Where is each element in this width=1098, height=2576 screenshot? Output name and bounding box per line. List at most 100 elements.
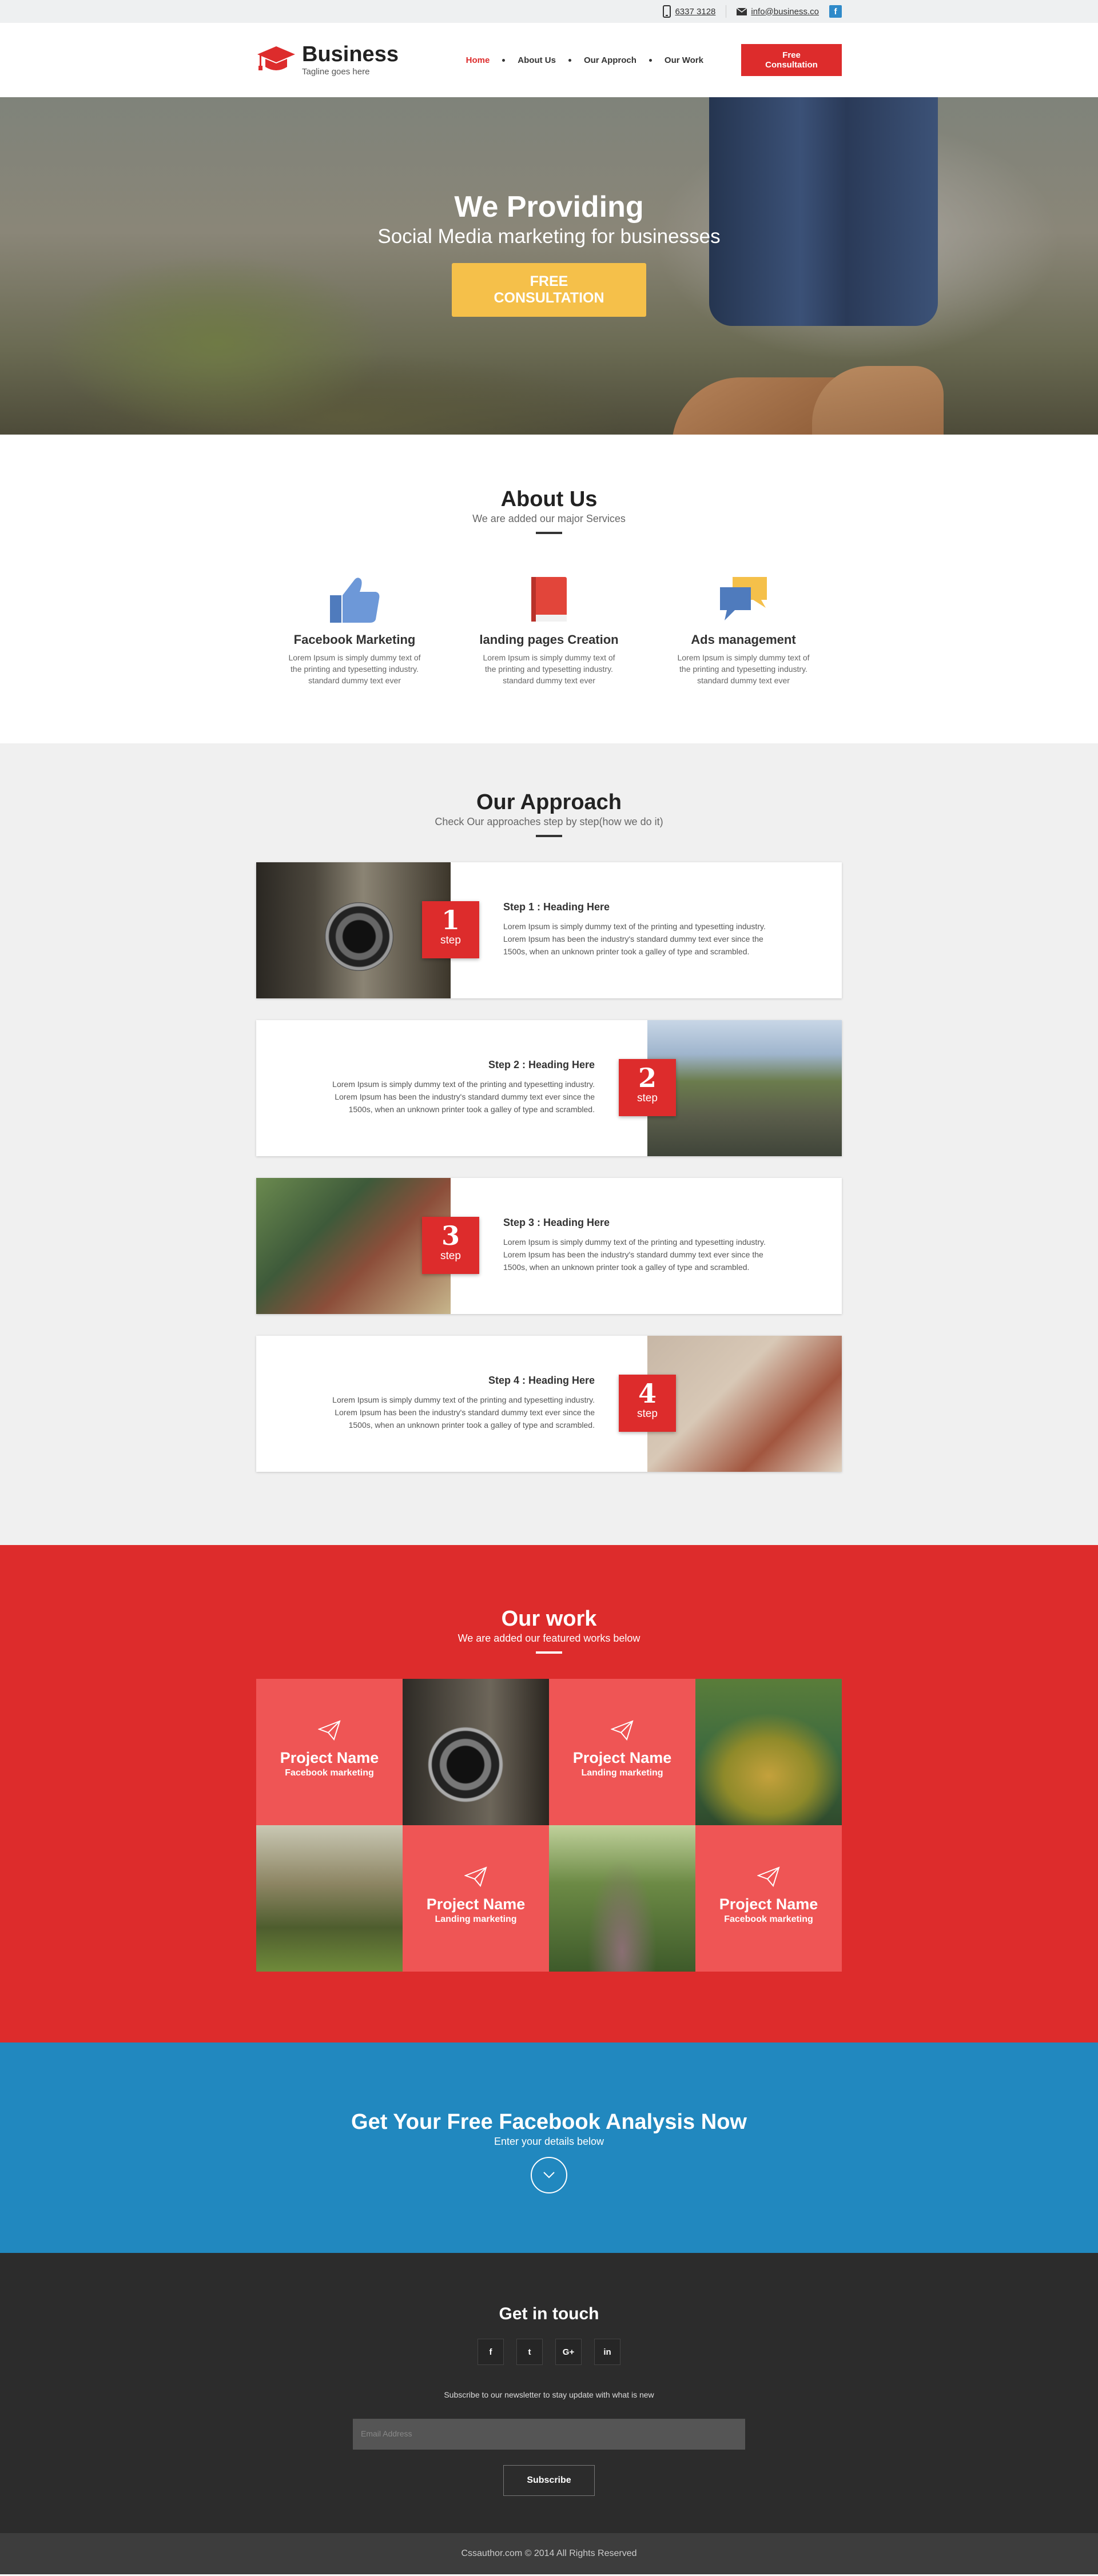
copyright-bar: Cssauthor.com © 2014 All Rights Reserved xyxy=(0,2533,1098,2574)
brand-tagline: Tagline goes here xyxy=(302,67,370,77)
twitter-icon[interactable]: t xyxy=(516,2339,543,2365)
free-consultation-button[interactable]: Free Consultation xyxy=(741,44,842,76)
service-text: Lorem Ipsum is simply dummy text of the … xyxy=(483,653,615,685)
project-name: Project Name xyxy=(719,1896,818,1913)
graduation-cap-icon xyxy=(257,46,295,70)
logo[interactable]: Business Tagline goes here xyxy=(256,43,399,77)
portfolio-grid: Project Name Facebook marketing Project … xyxy=(256,1679,842,1972)
phone-contact[interactable]: 6337 3128 xyxy=(663,5,715,18)
step-label: step xyxy=(440,1250,461,1262)
nav-work[interactable]: Our Work xyxy=(665,55,703,65)
email-input[interactable]: Email Address xyxy=(353,2419,745,2450)
project-category: Facebook marketing xyxy=(285,1768,374,1778)
hero-consultation-button[interactable]: FREE CONSULTATION xyxy=(452,262,646,317)
step-text: Lorem Ipsum is simply dummy text of the … xyxy=(332,1395,595,1430)
step-label: step xyxy=(440,934,461,946)
portfolio-image-camera[interactable] xyxy=(403,1679,549,1825)
service-card: Facebook Marketing Lorem Ipsum is simply… xyxy=(283,571,426,686)
step-label: step xyxy=(637,1092,658,1104)
step-badge: 1 step xyxy=(422,901,479,958)
facebook-icon[interactable]: f xyxy=(829,5,842,18)
step-image-cafe xyxy=(256,1178,451,1314)
title-underline xyxy=(536,1651,562,1654)
section-title: Our Approach xyxy=(476,790,622,814)
portfolio-image-path[interactable] xyxy=(549,1825,695,1972)
step-image-desk xyxy=(647,1336,842,1472)
cta-section: Get Your Free Facebook Analysis Now Ente… xyxy=(0,2043,1098,2253)
step-card: 4 step Step 4 : Heading Here Lorem Ipsum… xyxy=(256,1336,842,1472)
paper-plane-icon xyxy=(610,1720,634,1741)
step-number: 2 xyxy=(638,1062,657,1093)
step-heading: Step 3 : Heading Here xyxy=(503,1217,610,1228)
service-title: landing pages Creation xyxy=(479,632,619,647)
email-contact[interactable]: info@business.co xyxy=(737,7,819,17)
portfolio-image-moss[interactable] xyxy=(695,1679,842,1825)
nav-approach[interactable]: Our Approch xyxy=(584,55,636,65)
chevron-down-icon xyxy=(543,2172,555,2179)
copyright-text: Cssauthor.com © 2014 All Rights Reserved xyxy=(461,2549,637,2558)
step-number: 1 xyxy=(441,905,460,935)
step-card: 1 step Step 1 : Heading Here Lorem Ipsum… xyxy=(256,862,842,998)
step-card: 3 step Step 3 : Heading Here Lorem Ipsum… xyxy=(256,1178,842,1314)
project-name: Project Name xyxy=(280,1749,379,1766)
project-tile[interactable]: Project Name Landing marketing xyxy=(403,1825,549,1972)
subscribe-button[interactable]: Subscribe xyxy=(503,2465,595,2496)
phone-number[interactable]: 6337 3128 xyxy=(675,7,715,17)
thumbs-up-icon xyxy=(330,578,380,623)
social-links: f t G+ in xyxy=(0,2339,1098,2365)
newsletter-text: Subscribe to our newsletter to stay upda… xyxy=(444,2390,654,2399)
chat-bubbles-icon xyxy=(720,577,767,620)
scroll-down-button[interactable] xyxy=(531,2157,567,2193)
hero-image-boot xyxy=(812,366,944,435)
paper-plane-icon xyxy=(464,1866,487,1888)
service-text: Lorem Ipsum is simply dummy text of the … xyxy=(288,653,421,685)
nav-dot xyxy=(568,58,571,62)
section-subtitle: We are added our featured works below xyxy=(458,1633,640,1644)
footer-title: Get in touch xyxy=(499,2304,599,2323)
google-plus-icon[interactable]: G+ xyxy=(555,2339,582,2365)
linkedin-icon[interactable]: in xyxy=(594,2339,620,2365)
project-name: Project Name xyxy=(426,1896,526,1913)
site-header: Business Tagline goes here Home About Us… xyxy=(0,23,1098,97)
project-tile[interactable]: Project Name Facebook marketing xyxy=(256,1679,403,1825)
project-tile[interactable]: Project Name Facebook marketing xyxy=(695,1825,842,1972)
step-image-road xyxy=(647,1020,842,1156)
service-title: Facebook Marketing xyxy=(293,632,416,647)
step-card: 2 step Step 2 : Heading Here Lorem Ipsum… xyxy=(256,1020,842,1156)
step-text: Lorem Ipsum is simply dummy text of the … xyxy=(332,1080,595,1114)
service-title: Ads management xyxy=(691,632,796,647)
email-link[interactable]: info@business.co xyxy=(751,7,819,17)
project-category: Facebook marketing xyxy=(724,1914,813,1924)
paper-plane-icon xyxy=(757,1866,780,1888)
step-text: Lorem Ipsum is simply dummy text of the … xyxy=(503,922,766,956)
step-heading: Step 1 : Heading Here xyxy=(503,901,610,913)
section-subtitle: Check Our approaches step by step(how we… xyxy=(435,816,663,827)
project-tile[interactable]: Project Name Landing marketing xyxy=(549,1679,695,1825)
hero-title: We Providing xyxy=(454,190,644,224)
nav-home[interactable]: Home xyxy=(466,55,490,65)
project-category: Landing marketing xyxy=(435,1914,517,1924)
hero-subtitle: Social Media marketing for businesses xyxy=(377,225,721,248)
nav-dot xyxy=(649,58,652,62)
step-text: Lorem Ipsum is simply dummy text of the … xyxy=(503,1237,766,1272)
step-image-camera xyxy=(256,862,451,998)
section-title: About Us xyxy=(500,487,598,511)
facebook-icon[interactable]: f xyxy=(478,2339,504,2365)
brand-name: Business xyxy=(302,42,399,66)
title-underline xyxy=(536,835,562,837)
project-name: Project Name xyxy=(572,1749,672,1766)
approach-section: Our Approach Check Our approaches step b… xyxy=(0,743,1098,1545)
project-category: Landing marketing xyxy=(581,1768,663,1778)
service-text: Lorem Ipsum is simply dummy text of the … xyxy=(677,653,810,685)
nav-about[interactable]: About Us xyxy=(518,55,556,65)
step-label: step xyxy=(637,1408,658,1420)
phone-icon xyxy=(663,5,671,18)
step-badge: 3 step xyxy=(422,1217,479,1274)
work-section: Our work We are added our featured works… xyxy=(0,1545,1098,2043)
portfolio-image-dock[interactable] xyxy=(256,1825,403,1972)
step-badge: 2 step xyxy=(619,1059,676,1116)
title-underline xyxy=(536,532,562,534)
paper-plane-icon xyxy=(317,1720,341,1741)
cta-title: Get Your Free Facebook Analysis Now xyxy=(351,2110,747,2134)
service-card: landing pages Creation Lorem Ipsum is si… xyxy=(478,571,620,686)
